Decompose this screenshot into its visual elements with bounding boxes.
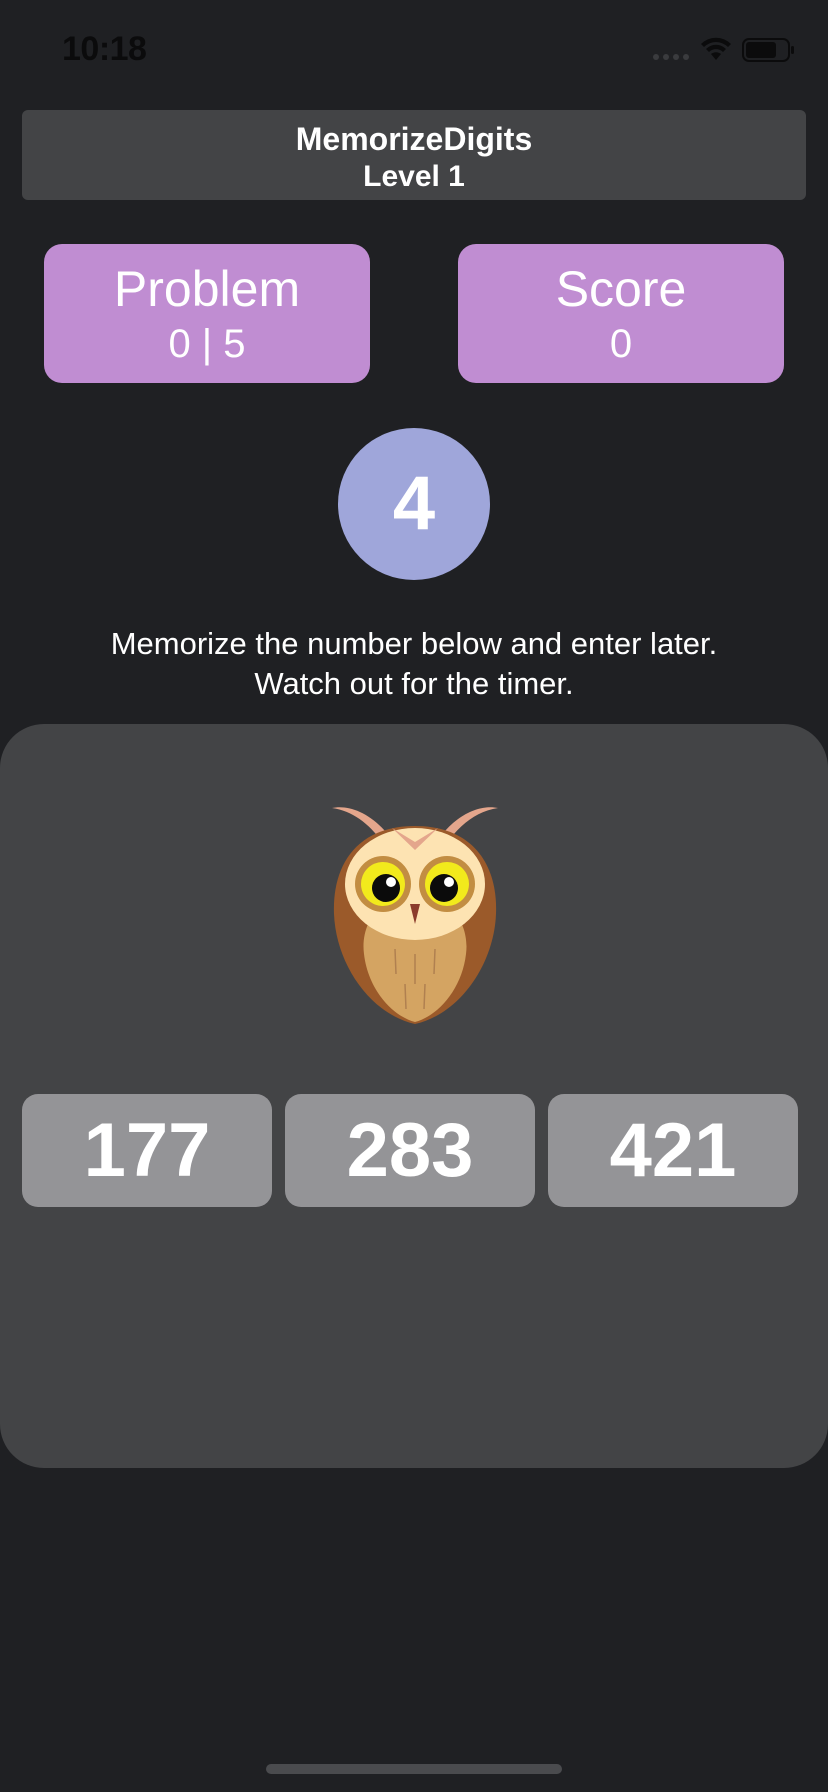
title-banner: MemorizeDigits Level 1 [22,110,806,200]
instructions-line-2: Watch out for the timer. [254,666,574,701]
countdown-timer: 4 [338,428,490,580]
problem-label: Problem [113,261,301,317]
game-panel: 177 283 421 [0,724,828,1468]
number-tile: 283 [285,1094,535,1207]
instructions-line-1: Memorize the number below and enter late… [110,626,718,661]
score-label: Score [555,261,687,317]
score-value: 0 [609,322,633,366]
owl-icon [332,807,498,1024]
number-tile: 421 [548,1094,798,1207]
status-time: 10:18 [62,30,147,68]
problem-count: 0 | 5 [168,322,246,366]
number-tile: 177 [22,1094,272,1207]
wifi-icon [701,37,731,60]
battery-icon [742,38,794,62]
status-bar: 10:18 [0,0,828,100]
home-indicator[interactable] [266,1764,562,1774]
level-label: Level 1 [363,160,465,193]
cellular-signal-icon [653,54,689,60]
instructions: Memorize the number below and enter late… [0,624,828,704]
score-card: Score 0 [458,244,784,383]
problem-card: Problem 0 | 5 [44,244,370,383]
app-title: MemorizeDigits [295,121,533,157]
